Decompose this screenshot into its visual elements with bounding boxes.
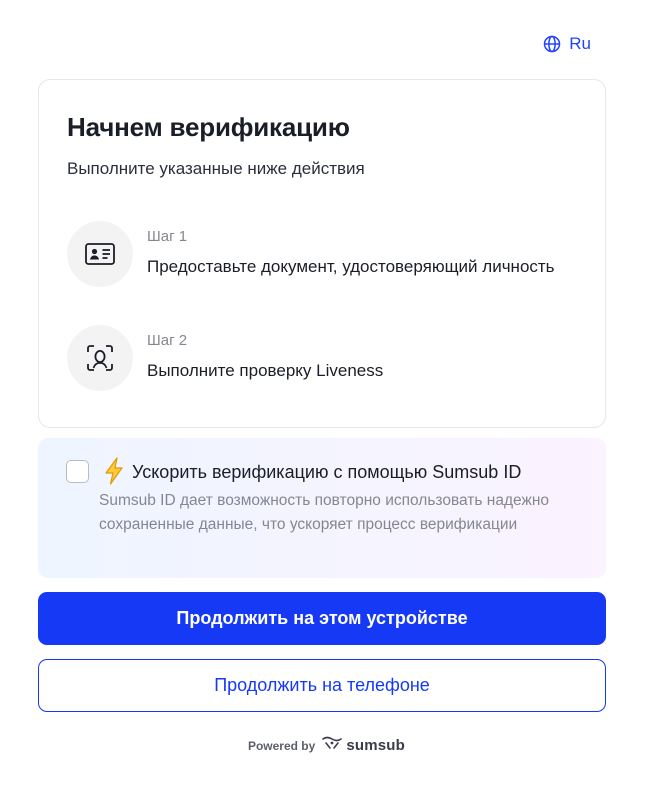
continue-on-device-button[interactable]: Продолжить на этом устройстве bbox=[38, 592, 606, 645]
step-item-2: Шаг 2 Выполните проверку Liveness bbox=[67, 325, 567, 391]
step-item-1: Шаг 1 Предоставьте документ, удостоверяю… bbox=[67, 221, 567, 287]
sumsub-brand: sumsub bbox=[346, 737, 406, 754]
page-title: Начнем верификацию bbox=[67, 112, 350, 142]
verification-card: Начнем верификацию Выполните указанные н… bbox=[38, 79, 606, 428]
step-label: Шаг 1 bbox=[147, 228, 188, 245]
step-description: Выполните проверку Liveness bbox=[147, 361, 384, 380]
promo-title: Ускорить верификацию с помощью Sumsub ID bbox=[132, 462, 522, 482]
sumsub-logo-icon bbox=[322, 736, 343, 755]
powered-by-label: Powered by bbox=[247, 738, 316, 753]
page-subtitle: Выполните указанные ниже действия bbox=[67, 159, 365, 178]
globe-icon bbox=[543, 35, 561, 53]
face-scan-icon bbox=[67, 325, 133, 391]
language-selector[interactable]: Ru bbox=[543, 34, 591, 54]
language-label: Ru bbox=[569, 34, 591, 53]
sumsub-logo: sumsub bbox=[322, 736, 405, 755]
id-card-icon bbox=[67, 221, 133, 287]
step-label: Шаг 2 bbox=[147, 332, 188, 349]
sumsub-id-checkbox[interactable] bbox=[66, 460, 89, 483]
powered-by-footer: Powered by sumsub bbox=[0, 736, 653, 755]
continue-on-phone-button[interactable]: Продолжить на телефоне bbox=[38, 659, 606, 712]
lightning-icon bbox=[103, 457, 125, 490]
step-description: Предоставьте документ, удостоверяющий ли… bbox=[147, 257, 555, 276]
promo-description: Sumsub ID дает возможность повторно испо… bbox=[99, 492, 549, 533]
sumsub-id-promo: Ускорить верификацию с помощью Sumsub ID… bbox=[38, 438, 606, 578]
